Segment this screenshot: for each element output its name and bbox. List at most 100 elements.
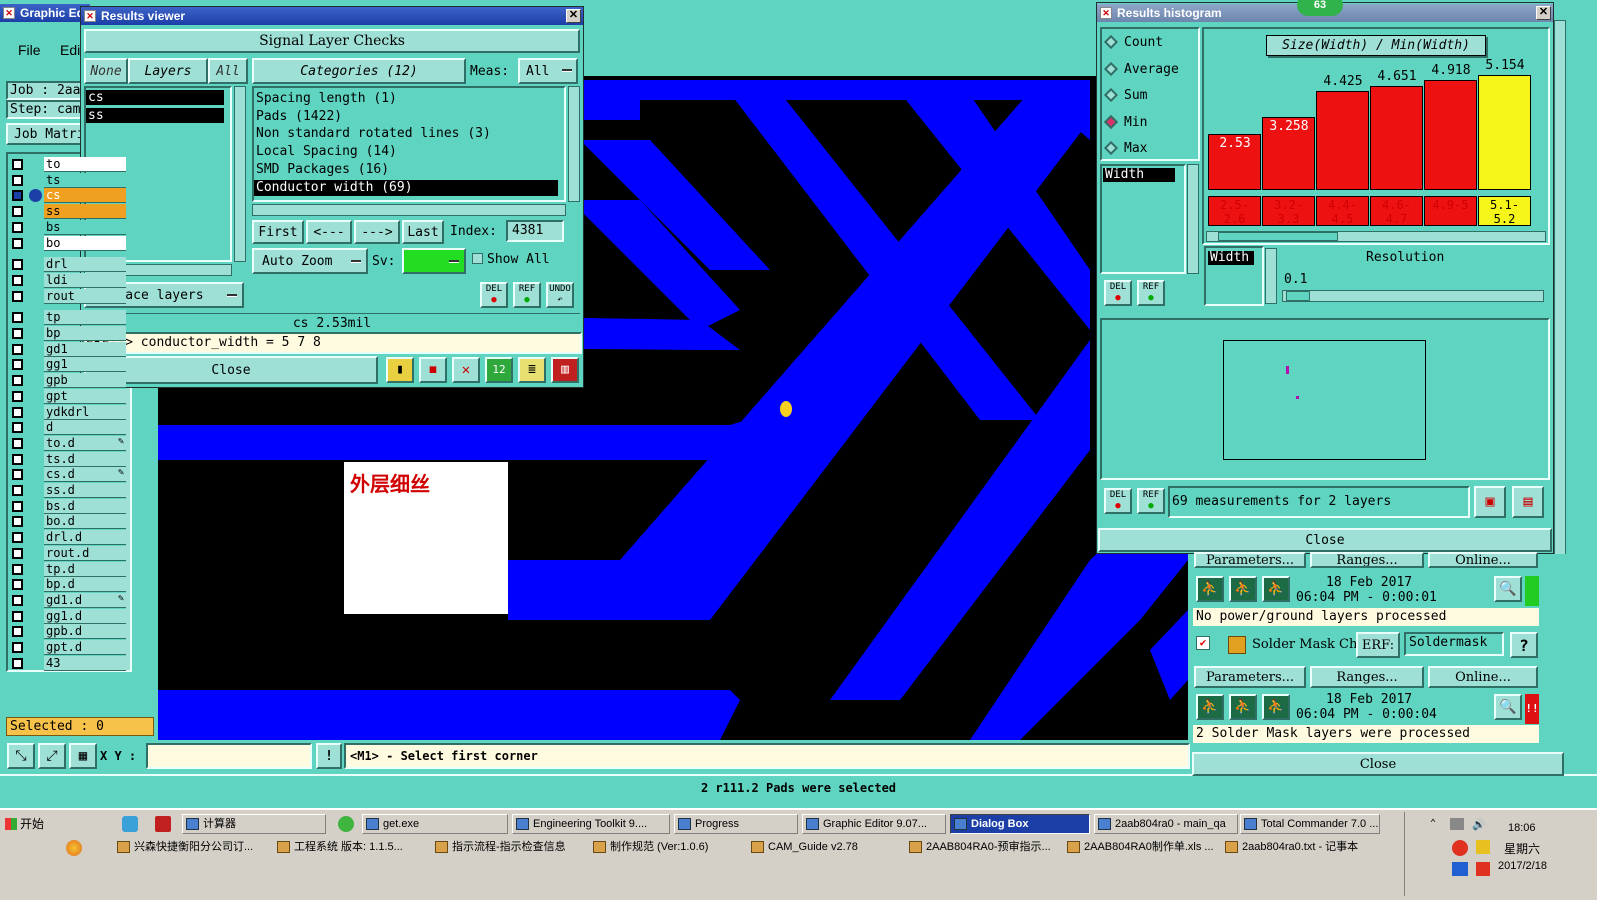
zoom-area-icon[interactable]: ▤ <box>1512 486 1544 518</box>
layer-row[interactable]: ts <box>10 172 126 188</box>
layer-name[interactable]: gd1 <box>44 341 126 357</box>
layer-row[interactable]: gd1.d ✎ <box>10 592 126 608</box>
zoom-fit-icon[interactable]: ▣ <box>1474 486 1506 518</box>
categories-hscroll[interactable] <box>252 204 566 216</box>
layer-checkbox[interactable] <box>12 485 23 496</box>
histogram-bar[interactable] <box>1478 75 1531 190</box>
layer-checkbox[interactable] <box>12 563 23 575</box>
snap-icon-1[interactable]: ⤡ <box>7 743 35 769</box>
report-icon[interactable]: 12 <box>485 357 513 383</box>
mode-radio[interactable]: Count <box>1103 34 1163 50</box>
layer-checkbox[interactable] <box>12 237 23 249</box>
layer-checkbox[interactable] <box>12 610 23 622</box>
layer-row[interactable]: ts.d <box>10 451 126 467</box>
layer-name[interactable]: bo.d <box>44 514 126 530</box>
undo-icon[interactable]: UNDO ↶ <box>546 282 574 308</box>
resolution-attr[interactable]: Width <box>1208 251 1254 265</box>
rv-layer-scrollbar[interactable] <box>234 86 246 262</box>
layer-row[interactable]: bo.d <box>10 514 126 530</box>
all-layers-button[interactable]: All <box>208 58 248 84</box>
clear-icon[interactable]: ✕ <box>452 357 480 383</box>
help-button[interactable]: ? <box>1510 632 1538 658</box>
refresh-icon[interactable]: REF ● <box>1137 280 1165 306</box>
layer-name[interactable]: cs.d <box>44 467 126 483</box>
category-item[interactable]: Conductor width (69) <box>254 179 558 196</box>
rv-layer-item[interactable]: ss <box>86 108 224 123</box>
layer-checkbox[interactable] <box>12 312 23 324</box>
layer-name[interactable]: bs.d <box>44 498 126 514</box>
layer-name[interactable]: 43 <box>44 655 126 671</box>
layer-name[interactable]: drl.d <box>44 530 126 546</box>
slider-thumb[interactable] <box>1286 291 1310 301</box>
run-icon[interactable]: ⛹ <box>1196 694 1224 720</box>
layer-row[interactable]: ss.d <box>10 483 126 498</box>
checklist-close-button[interactable]: Close <box>1192 752 1564 776</box>
layer-checkbox[interactable] <box>12 626 23 638</box>
parameters-button-2[interactable]: Parameters... <box>1194 666 1306 688</box>
layer-checkbox[interactable] <box>12 328 23 339</box>
attr-item-width[interactable]: Width <box>1103 168 1175 182</box>
taskbar-button[interactable]: Engineering Toolkit 9.... <box>512 814 670 834</box>
resolution-slider[interactable] <box>1282 290 1544 302</box>
layer-checkbox[interactable] <box>12 174 23 186</box>
prev-button[interactable]: <--- <box>306 220 352 244</box>
run-icon[interactable]: ⛹ <box>1229 576 1257 602</box>
layer-name[interactable]: gpt.d <box>44 640 126 655</box>
taskbar-button[interactable]: 工程系统 版本: 1.1.5... <box>274 838 428 858</box>
next-button[interactable]: ---> <box>354 220 400 244</box>
taskbar-button[interactable]: CAM_Guide v2.78 <box>748 838 902 858</box>
taskbar-button[interactable]: Graphic Editor 9.07... <box>802 814 946 834</box>
taskbar-button[interactable]: get.exe <box>362 814 508 834</box>
layer-checkbox[interactable] <box>12 343 23 355</box>
layer-row[interactable]: gg1.d <box>10 608 126 624</box>
layer-row[interactable]: tp.d <box>10 561 126 577</box>
layer-row[interactable]: bs.d <box>10 498 126 514</box>
mode-radio[interactable]: Max <box>1103 140 1147 156</box>
layer-row[interactable]: gpt.d <box>10 640 126 655</box>
layer-row[interactable]: rout.d <box>10 545 126 561</box>
quicklaunch-icon[interactable] <box>66 840 82 856</box>
layer-name[interactable]: tp.d <box>44 561 126 577</box>
layer-row[interactable]: bp.d <box>10 577 126 593</box>
job-matrix-button[interactable]: Job Matrix <box>6 123 82 145</box>
snap-icon-2[interactable]: ⤢ <box>38 743 66 769</box>
layer-name[interactable]: cs <box>44 188 126 204</box>
refresh-icon[interactable]: REF ● <box>513 282 541 308</box>
quicklaunch-icon[interactable] <box>338 816 354 832</box>
category-item[interactable]: SMD Packages (16) <box>254 162 558 178</box>
tray-icon[interactable] <box>1452 840 1468 856</box>
zoom-icon[interactable]: 🔍 <box>1494 576 1522 602</box>
taskbar-button[interactable]: 2AAB804RA0-预审指示... <box>906 838 1060 858</box>
layer-name[interactable]: rout.d <box>44 545 126 561</box>
layers-button[interactable]: Layers <box>128 58 208 84</box>
layer-name[interactable]: bs <box>44 219 126 235</box>
layer-checkbox[interactable] <box>12 500 23 512</box>
online-button-1[interactable]: Online... <box>1428 552 1538 568</box>
layer-name[interactable]: ts.d <box>44 451 126 467</box>
taskbar-button[interactable]: 2AAB804RA0制作单.xls ... <box>1064 838 1218 858</box>
layer-name[interactable]: gpb <box>44 373 126 389</box>
parameters-button-1[interactable]: Parameters... <box>1194 552 1306 568</box>
rv-close-button[interactable]: Close <box>84 356 378 384</box>
sv-color-dropdown[interactable] <box>402 248 466 274</box>
layer-row[interactable]: d <box>10 420 126 436</box>
layer-name[interactable]: gg1.d <box>44 608 126 624</box>
layer-checkbox[interactable] <box>12 359 23 371</box>
layer-name[interactable]: ss <box>44 204 126 220</box>
layer-checkbox[interactable] <box>12 190 23 202</box>
delete-icon[interactable]: DEL ● <box>1104 280 1132 306</box>
menu-file[interactable]: File <box>18 42 41 58</box>
mode-radio[interactable]: Average <box>1103 61 1179 77</box>
taskbar-button[interactable]: 兴森快捷衡阳分公司订... <box>114 838 270 858</box>
volume-icon[interactable]: 🔊 <box>1472 818 1486 831</box>
layer-name[interactable]: to.d <box>44 435 126 451</box>
histogram-bar[interactable] <box>1370 86 1423 190</box>
erf-value-field[interactable]: Soldermask <box>1404 632 1504 656</box>
none-button[interactable]: None <box>84 58 128 84</box>
auto-zoom-dropdown[interactable]: Auto Zoom <box>252 248 368 274</box>
run-icon[interactable]: ⛹ <box>1196 576 1224 602</box>
quicklaunch-icon[interactable] <box>122 816 138 832</box>
list-icon[interactable]: ≣ <box>518 357 546 383</box>
layer-checkbox[interactable] <box>12 579 23 591</box>
delete-icon[interactable]: DEL ● <box>1104 488 1132 514</box>
